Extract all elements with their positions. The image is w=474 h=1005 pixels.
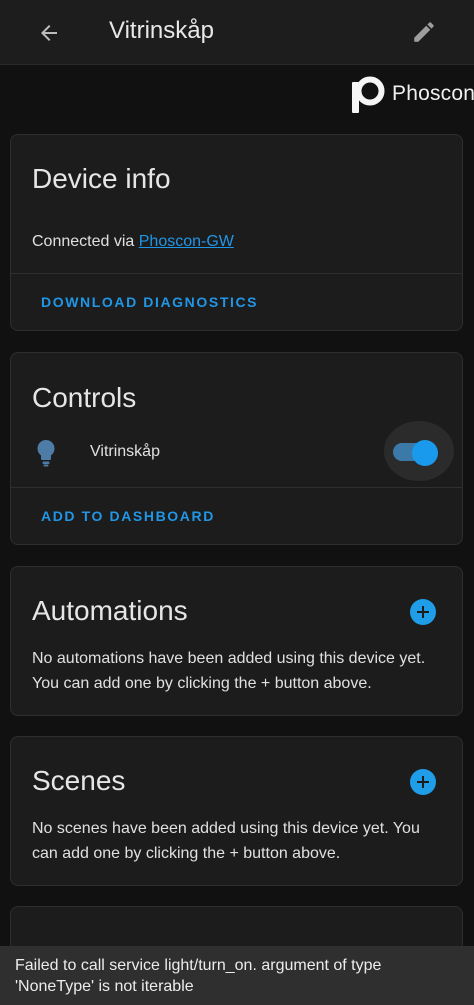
device-info-card: Device info Connected via Phoscon-GW DOW…: [10, 134, 463, 331]
automations-title: Automations: [32, 595, 188, 626]
phoscon-logo-icon: [352, 76, 385, 113]
add-scene-button[interactable]: [410, 769, 436, 795]
page-title: Vitrinskåp: [109, 17, 214, 44]
back-button[interactable]: [34, 18, 64, 48]
divider: [11, 273, 462, 274]
error-snackbar: Failed to call service light/turn_on. ar…: [0, 946, 474, 1005]
entity-row[interactable]: Vitrinskåp: [11, 433, 381, 473]
brand-logo: Phoscon: [350, 74, 474, 114]
connected-via-label: Connected via: [32, 233, 135, 250]
entity-name: Vitrinskåp: [90, 443, 160, 460]
scenes-title: Scenes: [32, 765, 126, 796]
top-app-bar: Vitrinskåp: [0, 0, 474, 65]
toggle-knob[interactable]: [412, 440, 438, 466]
scenes-empty-text: No scenes have been added using this dev…: [32, 820, 420, 862]
automations-card: Automations No automations have been add…: [10, 566, 463, 716]
device-info-title: Device info: [32, 163, 171, 194]
plus-icon: [417, 606, 429, 618]
brand-name: Phoscon: [392, 82, 474, 105]
download-diagnostics-button[interactable]: DOWNLOAD DIAGNOSTICS: [41, 294, 258, 310]
arrow-left-icon: [41, 25, 57, 41]
add-automation-button[interactable]: [410, 599, 436, 625]
plus-icon: [417, 776, 429, 788]
controls-title: Controls: [32, 382, 137, 413]
edit-button[interactable]: [408, 16, 440, 48]
automations-empty-text: No automations have been added using thi…: [32, 650, 426, 692]
connected-via-text: Connected via Phoscon-GW: [32, 229, 442, 254]
divider: [11, 487, 462, 488]
lightbulb-icon: [37, 439, 55, 467]
gateway-link[interactable]: Phoscon-GW: [139, 233, 234, 250]
scenes-card: Scenes No scenes have been added using t…: [10, 736, 463, 886]
add-to-dashboard-button[interactable]: ADD TO DASHBOARD: [41, 508, 215, 524]
pencil-icon: [414, 22, 434, 42]
